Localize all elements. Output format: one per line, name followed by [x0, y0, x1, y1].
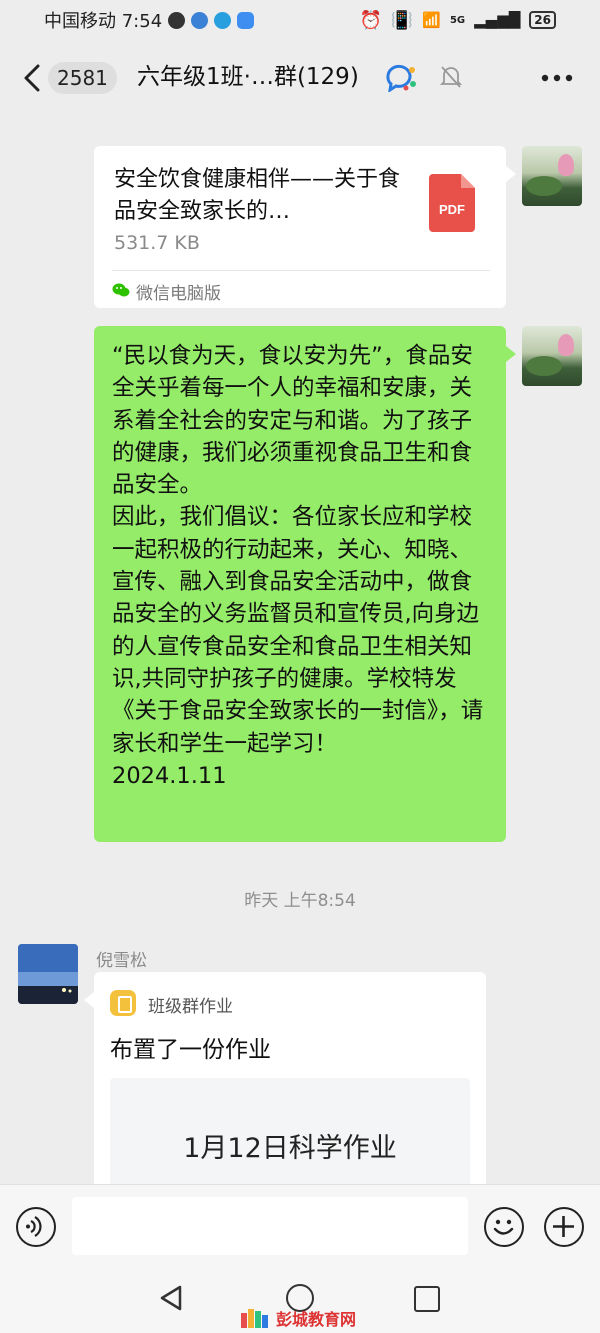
lotus-flower [558, 154, 574, 176]
input-bar [0, 1184, 600, 1266]
sender-name: 倪雪松 [96, 951, 147, 971]
browser-notification-icon [191, 11, 209, 29]
status-bar: 中国移动 7:54 ⏰ 📳 📶 5G ▂▄▆█ 26 [0, 0, 600, 40]
nav-recent-apps-icon[interactable] [414, 1286, 440, 1312]
sender-avatar[interactable] [18, 944, 78, 1004]
lotus-leaf [526, 356, 562, 376]
pdf-file-icon: PDF [429, 174, 475, 232]
alarm-icon: ⏰ [359, 9, 382, 31]
wechat-icon [112, 283, 130, 297]
lotus-flower [558, 334, 574, 356]
homework-preview-title: 1月12日科学作业 [183, 1133, 397, 1164]
homework-card[interactable]: 班级群作业 布置了一份作业 1月12日科学作业 [94, 972, 486, 1202]
sky-image [18, 944, 78, 1004]
text-message-bubble[interactable]: “民以食为天，食以安为先”，食品安全关乎着每一个人的幸福和安康，关系着全社会的安… [94, 326, 516, 842]
enterprise-group-icon [386, 64, 416, 92]
status-right: ⏰ 📳 📶 5G ▂▄▆█ 26 [359, 10, 556, 31]
homework-app-icon [110, 990, 136, 1016]
carrier-time: 中国移动 7:54 [44, 11, 163, 32]
app-notification-icon [214, 11, 232, 29]
file-source: 微信电脑版 [136, 284, 221, 304]
message-input[interactable] [72, 1197, 468, 1255]
voice-icon [26, 1216, 42, 1237]
file-name: 安全饮食健康相伴——关于食品安全致家长的… [114, 167, 401, 224]
chat-header: 2581 六年级1班·…群(129) [0, 46, 600, 110]
pdf-label: PDF [439, 202, 465, 217]
file-message-bubble[interactable]: 安全饮食健康相伴——关于食品安全致家长的… 531.7 KB PDF 微信电脑版 [94, 146, 516, 308]
status-left: 中国移动 7:54 [44, 7, 255, 33]
wifi-icon: 📶 [422, 11, 441, 29]
signal-icon: ▂▄▆█ [474, 11, 521, 29]
more-functions-button[interactable] [544, 1207, 584, 1247]
network-type: 5G [449, 14, 466, 26]
vibrate-icon: 📳 [390, 9, 414, 31]
homework-title: 布置了一份作业 [110, 1037, 271, 1063]
cloud-notification-icon [237, 11, 255, 29]
nav-back-icon[interactable] [158, 1284, 184, 1312]
mute-bell-icon [440, 66, 462, 88]
system-nav-bar: 彭城教育网 [0, 1266, 600, 1333]
lotus-leaf [526, 176, 562, 196]
back-icon[interactable] [22, 64, 44, 92]
voice-input-button[interactable] [16, 1207, 56, 1247]
self-avatar[interactable] [522, 326, 582, 386]
homework-app-name: 班级群作业 [148, 997, 233, 1017]
emoji-button[interactable] [484, 1207, 524, 1247]
unread-count-badge[interactable]: 2581 [48, 62, 117, 94]
chat-title[interactable]: 六年级1班·…群(129) [137, 60, 359, 94]
file-size: 531.7 KB [114, 232, 200, 254]
file-divider [112, 270, 490, 271]
watermark-text: 彭城教育网 [276, 1310, 357, 1329]
self-avatar[interactable] [522, 146, 582, 206]
bubble-tail [84, 992, 94, 1008]
more-options-icon[interactable] [540, 68, 574, 88]
battery-icon: 26 [529, 11, 556, 29]
message-timestamp: 昨天 上午8:54 [244, 891, 356, 911]
watermark: 彭城教育网 [240, 1306, 356, 1330]
watermark-logo-icon [241, 1309, 268, 1328]
plus-icon [553, 1216, 574, 1237]
message-text: “民以食为天，食以安为先”，食品安全关乎着每一个人的幸福和安康，关系着全社会的安… [112, 343, 484, 789]
message-notification-icon [168, 11, 186, 29]
emoji-icon [493, 1219, 514, 1235]
